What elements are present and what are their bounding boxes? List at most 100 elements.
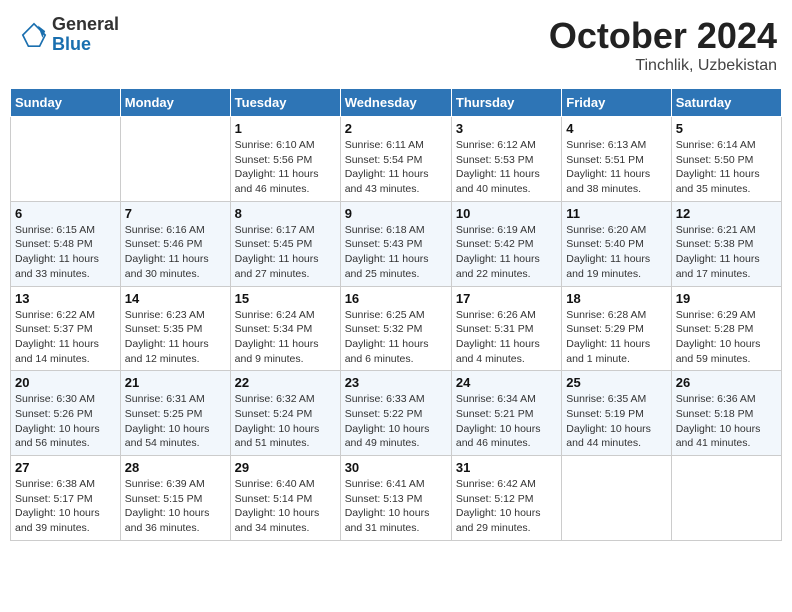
- calendar-cell: 16Sunrise: 6:25 AMSunset: 5:32 PMDayligh…: [340, 286, 451, 371]
- calendar-cell: 2 Sunrise: 6:11 AMSunset: 5:54 PMDaylight…: [340, 117, 451, 202]
- weekday-saturday: Saturday: [671, 89, 781, 117]
- calendar-cell: 4Sunrise: 6:13 AMSunset: 5:51 PMDaylight…: [562, 117, 671, 202]
- page-header: General Blue October 2024 Tinchlik, Uzbe…: [10, 10, 782, 80]
- calendar-cell: 10 Sunrise: 6:19 AMSunset: 5:42 PMDayligh…: [451, 201, 561, 286]
- calendar-cell: 1 Sunrise: 6:10 AMSunset: 5:56 PMDaylight…: [230, 117, 340, 202]
- day-number: 18: [566, 291, 666, 306]
- day-info: Sunrise: 6:29 AMSunset: 5:28 PMDaylight:…: [676, 308, 777, 367]
- day-number: 2: [345, 121, 447, 136]
- day-info: Sunrise: 6:32 AMSunset: 5:24 PMDaylight:…: [235, 392, 336, 451]
- calendar-cell: 31Sunrise: 6:42 AMSunset: 5:12 PMDayligh…: [451, 456, 561, 541]
- weekday-tuesday: Tuesday: [230, 89, 340, 117]
- day-number: 11: [566, 206, 666, 221]
- calendar-cell: 6Sunrise: 6:15 AMSunset: 5:48 PMDaylight…: [11, 201, 121, 286]
- day-number: 14: [125, 291, 226, 306]
- calendar-cell: 7 Sunrise: 6:16 AMSunset: 5:46 PMDaylight…: [120, 201, 230, 286]
- day-number: 10: [456, 206, 557, 221]
- day-info: Sunrise: 6:41 AMSunset: 5:13 PMDaylight:…: [345, 477, 447, 536]
- calendar-table: SundayMondayTuesdayWednesdayThursdayFrid…: [10, 88, 782, 541]
- day-number: 26: [676, 375, 777, 390]
- day-info: Sunrise: 6:28 AMSunset: 5:29 PMDaylight:…: [566, 308, 666, 367]
- weekday-header-row: SundayMondayTuesdayWednesdayThursdayFrid…: [11, 89, 782, 117]
- calendar-week-1: 1 Sunrise: 6:10 AMSunset: 5:56 PMDaylight…: [11, 117, 782, 202]
- calendar-cell: 18 Sunrise: 6:28 AMSunset: 5:29 PMDayligh…: [562, 286, 671, 371]
- page-subtitle: Tinchlik, Uzbekistan: [549, 57, 777, 75]
- day-info: Sunrise: 6:31 AMSunset: 5:25 PMDaylight:…: [125, 392, 226, 451]
- page-title: October 2024: [549, 15, 777, 57]
- day-number: 1: [235, 121, 336, 136]
- day-number: 7: [125, 206, 226, 221]
- day-info: Sunrise: 6:22 AMSunset: 5:37 PMDaylight:…: [15, 308, 116, 367]
- day-number: 3: [456, 121, 557, 136]
- day-number: 8: [235, 206, 336, 221]
- calendar-cell: [11, 117, 121, 202]
- calendar-cell: 17Sunrise: 6:26 AMSunset: 5:31 PMDayligh…: [451, 286, 561, 371]
- day-number: 5: [676, 121, 777, 136]
- day-info: Sunrise: 6:11 AMSunset: 5:54 PMDaylight:…: [345, 138, 447, 197]
- day-info: Sunrise: 6:14 AMSunset: 5:50 PMDaylight:…: [676, 138, 777, 197]
- calendar-cell: 8 Sunrise: 6:17 AMSunset: 5:45 PMDaylight…: [230, 201, 340, 286]
- day-info: Sunrise: 6:21 AMSunset: 5:38 PMDaylight:…: [676, 223, 777, 282]
- day-info: Sunrise: 6:40 AMSunset: 5:14 PMDaylight:…: [235, 477, 336, 536]
- day-info: Sunrise: 6:33 AMSunset: 5:22 PMDaylight:…: [345, 392, 447, 451]
- calendar-cell: 23 Sunrise: 6:33 AMSunset: 5:22 PMDayligh…: [340, 371, 451, 456]
- day-info: Sunrise: 6:12 AMSunset: 5:53 PMDaylight:…: [456, 138, 557, 197]
- calendar-cell: 21 Sunrise: 6:31 AMSunset: 5:25 PMDayligh…: [120, 371, 230, 456]
- day-number: 12: [676, 206, 777, 221]
- calendar-body: 1 Sunrise: 6:10 AMSunset: 5:56 PMDaylight…: [11, 117, 782, 541]
- day-number: 30: [345, 460, 447, 475]
- day-number: 15: [235, 291, 336, 306]
- day-number: 25: [566, 375, 666, 390]
- calendar-cell: 28 Sunrise: 6:39 AMSunset: 5:15 PMDayligh…: [120, 456, 230, 541]
- calendar-cell: 24Sunrise: 6:34 AMSunset: 5:21 PMDayligh…: [451, 371, 561, 456]
- calendar-week-5: 27Sunrise: 6:38 AMSunset: 5:17 PMDayligh…: [11, 456, 782, 541]
- calendar-cell: 9Sunrise: 6:18 AMSunset: 5:43 PMDaylight…: [340, 201, 451, 286]
- day-info: Sunrise: 6:30 AMSunset: 5:26 PMDaylight:…: [15, 392, 116, 451]
- day-number: 21: [125, 375, 226, 390]
- logo-icon: [20, 21, 48, 49]
- day-info: Sunrise: 6:34 AMSunset: 5:21 PMDaylight:…: [456, 392, 557, 451]
- calendar-cell: [562, 456, 671, 541]
- weekday-sunday: Sunday: [11, 89, 121, 117]
- logo: General Blue: [20, 15, 119, 55]
- day-number: 29: [235, 460, 336, 475]
- calendar-cell: 13Sunrise: 6:22 AMSunset: 5:37 PMDayligh…: [11, 286, 121, 371]
- weekday-monday: Monday: [120, 89, 230, 117]
- day-info: Sunrise: 6:24 AMSunset: 5:34 PMDaylight:…: [235, 308, 336, 367]
- day-number: 20: [15, 375, 116, 390]
- calendar-cell: 3 Sunrise: 6:12 AMSunset: 5:53 PMDaylight…: [451, 117, 561, 202]
- calendar-week-3: 13Sunrise: 6:22 AMSunset: 5:37 PMDayligh…: [11, 286, 782, 371]
- day-number: 31: [456, 460, 557, 475]
- day-info: Sunrise: 6:10 AMSunset: 5:56 PMDaylight:…: [235, 138, 336, 197]
- day-info: Sunrise: 6:39 AMSunset: 5:15 PMDaylight:…: [125, 477, 226, 536]
- day-info: Sunrise: 6:19 AMSunset: 5:42 PMDaylight:…: [456, 223, 557, 282]
- title-block: October 2024 Tinchlik, Uzbekistan: [549, 15, 777, 75]
- day-info: Sunrise: 6:35 AMSunset: 5:19 PMDaylight:…: [566, 392, 666, 451]
- calendar-cell: 27Sunrise: 6:38 AMSunset: 5:17 PMDayligh…: [11, 456, 121, 541]
- day-number: 16: [345, 291, 447, 306]
- day-info: Sunrise: 6:15 AMSunset: 5:48 PMDaylight:…: [15, 223, 116, 282]
- calendar-cell: 5 Sunrise: 6:14 AMSunset: 5:50 PMDaylight…: [671, 117, 781, 202]
- day-info: Sunrise: 6:23 AMSunset: 5:35 PMDaylight:…: [125, 308, 226, 367]
- day-info: Sunrise: 6:13 AMSunset: 5:51 PMDaylight:…: [566, 138, 666, 197]
- logo-blue-text: Blue: [52, 35, 119, 55]
- day-info: Sunrise: 6:16 AMSunset: 5:46 PMDaylight:…: [125, 223, 226, 282]
- calendar-cell: 29 Sunrise: 6:40 AMSunset: 5:14 PMDayligh…: [230, 456, 340, 541]
- weekday-friday: Friday: [562, 89, 671, 117]
- day-info: Sunrise: 6:20 AMSunset: 5:40 PMDaylight:…: [566, 223, 666, 282]
- weekday-wednesday: Wednesday: [340, 89, 451, 117]
- day-number: 9: [345, 206, 447, 221]
- day-number: 28: [125, 460, 226, 475]
- calendar-cell: 12 Sunrise: 6:21 AMSunset: 5:38 PMDayligh…: [671, 201, 781, 286]
- calendar-cell: 19Sunrise: 6:29 AMSunset: 5:28 PMDayligh…: [671, 286, 781, 371]
- day-info: Sunrise: 6:17 AMSunset: 5:45 PMDaylight:…: [235, 223, 336, 282]
- calendar-cell: 14 Sunrise: 6:23 AMSunset: 5:35 PMDayligh…: [120, 286, 230, 371]
- logo-general-text: General: [52, 15, 119, 35]
- calendar-cell: 22Sunrise: 6:32 AMSunset: 5:24 PMDayligh…: [230, 371, 340, 456]
- calendar-cell: 20 Sunrise: 6:30 AMSunset: 5:26 PMDayligh…: [11, 371, 121, 456]
- day-info: Sunrise: 6:26 AMSunset: 5:31 PMDaylight:…: [456, 308, 557, 367]
- calendar-cell: 26Sunrise: 6:36 AMSunset: 5:18 PMDayligh…: [671, 371, 781, 456]
- calendar-cell: 15 Sunrise: 6:24 AMSunset: 5:34 PMDayligh…: [230, 286, 340, 371]
- day-number: 23: [345, 375, 447, 390]
- calendar-cell: 11 Sunrise: 6:20 AMSunset: 5:40 PMDayligh…: [562, 201, 671, 286]
